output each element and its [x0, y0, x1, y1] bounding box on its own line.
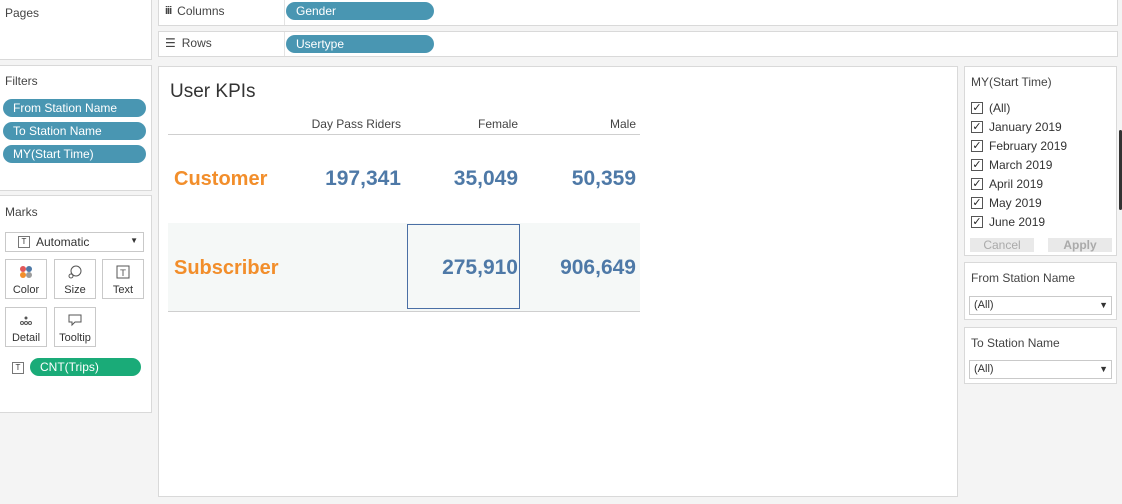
sheet-title: User KPIs — [170, 81, 256, 102]
value-customer-female[interactable]: 35,049 — [408, 167, 518, 191]
mark-type-dropdown[interactable]: T Automatic ▼ — [5, 232, 144, 252]
from-station-filter-title: From Station Name — [971, 271, 1076, 285]
checkbox-checked-icon: ✓ — [971, 216, 983, 228]
pages-card: Pages — [0, 0, 152, 60]
to-station-filter-title: To Station Name — [971, 336, 1060, 350]
filter-pill-to-station[interactable]: To Station Name — [3, 122, 146, 140]
from-station-dropdown-value: (All) — [974, 299, 994, 311]
value-customer-male[interactable]: 50,359 — [526, 167, 636, 191]
checkbox-checked-icon: ✓ — [971, 102, 983, 114]
filter-option-label: May 2019 — [989, 196, 1042, 210]
checkbox-checked-icon: ✓ — [971, 140, 983, 152]
detail-button-label: Detail — [11, 332, 41, 344]
cnt-trips-pill[interactable]: CNT(Trips) — [30, 358, 141, 376]
filter-pill-from-station[interactable]: From Station Name — [3, 99, 146, 117]
chevron-down-icon: ▼ — [1099, 364, 1108, 374]
svg-text:T: T — [119, 269, 126, 279]
row-label-customer: Customer — [174, 168, 268, 190]
filter-pill-start-time[interactable]: MY(Start Time) — [3, 145, 146, 163]
detail-button[interactable]: Detail — [5, 307, 47, 347]
columns-shelf-label: iii Columns — [165, 4, 225, 18]
columns-shelf[interactable]: iii Columns Gender — [158, 0, 1118, 26]
color-icon — [6, 264, 46, 284]
column-header-male: Male — [609, 117, 636, 131]
start-time-filter-card: MY(Start Time) ✓ (All) ✓ January 2019 ✓ … — [964, 66, 1117, 256]
to-station-dropdown-value: (All) — [974, 363, 994, 375]
to-station-filter-card: To Station Name (All) ▼ — [964, 327, 1117, 384]
checkbox-checked-icon: ✓ — [971, 159, 983, 171]
column-header-female: Female — [477, 117, 518, 131]
filter-option-label: (All) — [989, 101, 1011, 115]
filter-option-label: January 2019 — [989, 120, 1062, 134]
checkbox-checked-icon: ✓ — [971, 197, 983, 209]
marks-title: Marks — [5, 205, 38, 219]
color-button[interactable]: Color — [5, 259, 47, 299]
filter-option-feb-2019[interactable]: ✓ February 2019 — [971, 137, 1067, 155]
from-station-dropdown[interactable]: (All) ▼ — [969, 296, 1112, 315]
apply-button[interactable]: Apply — [1048, 238, 1112, 252]
start-time-filter-title: MY(Start Time) — [971, 75, 1052, 89]
text-button-label: Text — [112, 284, 134, 296]
from-station-filter-card: From Station Name (All) ▼ — [964, 262, 1117, 320]
filters-title: Filters — [5, 74, 38, 88]
value-customer-day-pass[interactable]: 197,341 — [291, 167, 401, 191]
filter-option-label: February 2019 — [989, 139, 1068, 153]
filters-card: Filters From Station Name To Station Nam… — [0, 65, 152, 191]
value-subscriber-female[interactable]: 275,910 — [408, 256, 518, 280]
columns-label-text: Columns — [177, 4, 225, 18]
chevron-down-icon: ▼ — [130, 236, 138, 245]
pages-title: Pages — [5, 6, 40, 20]
marks-card: Marks T Automatic ▼ Color Size T Text De… — [0, 195, 152, 413]
value-subscriber-male[interactable]: 906,649 — [526, 256, 636, 280]
text-field-icon: T — [12, 362, 24, 374]
filter-option-jun-2019[interactable]: ✓ June 2019 — [971, 213, 1045, 231]
filter-option-jan-2019[interactable]: ✓ January 2019 — [971, 118, 1062, 136]
table-bottom-divider — [168, 311, 640, 312]
filter-option-all[interactable]: ✓ (All) — [971, 99, 1010, 117]
text-button[interactable]: T Text — [102, 259, 144, 299]
rows-label-text: Rows — [181, 36, 212, 50]
columns-icon: iii — [165, 5, 172, 17]
column-header-day-pass: Day Pass Riders — [311, 117, 401, 131]
filter-option-mar-2019[interactable]: ✓ March 2019 — [971, 156, 1052, 174]
detail-icon — [6, 312, 46, 332]
row-label-subscriber: Subscriber — [174, 257, 279, 279]
to-station-dropdown[interactable]: (All) ▼ — [969, 360, 1112, 379]
tooltip-button-label: Tooltip — [59, 332, 91, 344]
color-button-label: Color — [12, 284, 40, 296]
filter-option-apr-2019[interactable]: ✓ April 2019 — [971, 175, 1043, 193]
filter-option-label: March 2019 — [989, 158, 1053, 172]
chevron-down-icon: ▼ — [1099, 300, 1108, 310]
header-divider — [168, 134, 640, 135]
filter-option-label: April 2019 — [989, 177, 1044, 191]
checkbox-checked-icon: ✓ — [971, 178, 983, 190]
size-button-label: Size — [64, 284, 86, 296]
size-button[interactable]: Size — [54, 259, 96, 299]
gender-pill[interactable]: Gender — [286, 2, 434, 20]
tooltip-button[interactable]: Tooltip — [54, 307, 96, 347]
text-icon: T — [103, 264, 143, 284]
cancel-button[interactable]: Cancel — [970, 238, 1034, 252]
text-mark-icon: T — [18, 236, 30, 248]
tooltip-icon — [55, 312, 95, 332]
mark-type-value: Automatic — [36, 235, 90, 249]
rows-shelf-label: ☰ Rows — [165, 36, 212, 50]
usertype-pill[interactable]: Usertype — [286, 35, 434, 53]
size-icon — [55, 264, 95, 284]
rows-icon: ☰ — [165, 36, 176, 50]
worksheet-view: User KPIs Day Pass Riders Female Male Cu… — [158, 66, 958, 497]
rows-shelf[interactable]: ☰ Rows Usertype — [158, 31, 1118, 57]
filter-option-may-2019[interactable]: ✓ May 2019 — [971, 194, 1042, 212]
checkbox-checked-icon: ✓ — [971, 121, 983, 133]
filter-option-label: June 2019 — [989, 215, 1046, 229]
